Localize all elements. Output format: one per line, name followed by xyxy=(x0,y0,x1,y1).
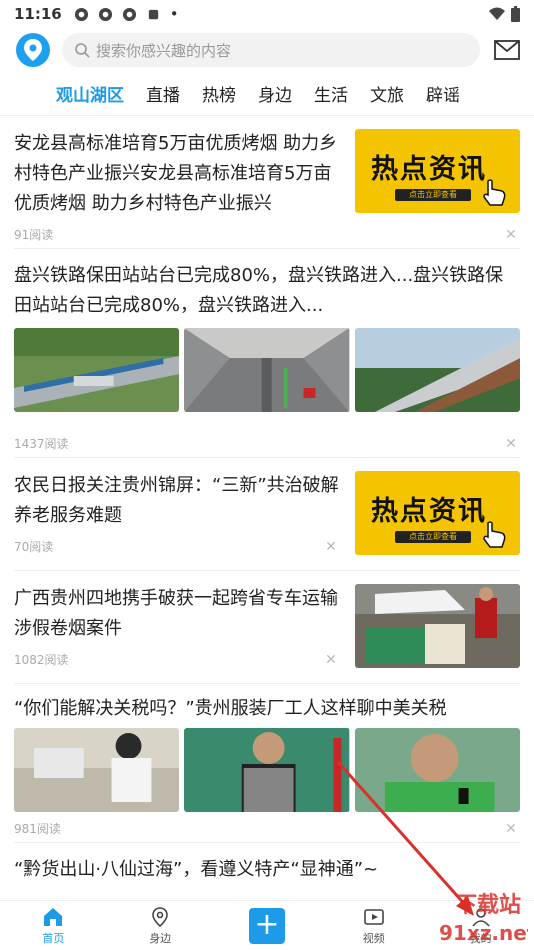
mail-icon[interactable] xyxy=(494,40,520,60)
read-count: 1437阅读 xyxy=(14,437,69,451)
app-logo[interactable] xyxy=(16,33,50,67)
nav-label: 我的 xyxy=(469,931,492,945)
tab-culture-travel[interactable]: 文旅 xyxy=(370,81,404,106)
news-title: 广西贵州四地携手破获一起跨省专车运输涉假卷烟案件 xyxy=(14,588,338,639)
hot-news-banner: 热点资讯 点击立即查看 xyxy=(355,471,520,555)
news-item[interactable]: 盘兴铁路保田站站台已完成80%，盘兴铁路进入...盘兴铁路保田站站台已完成80%… xyxy=(14,249,520,458)
nav-publish[interactable]: + xyxy=(214,901,321,950)
news-title: “你们能解决关税吗？”贵州服装厂工人这样聊中美关税 xyxy=(14,698,447,719)
tab-live[interactable]: 直播 xyxy=(146,81,180,106)
read-count: 70阅读 xyxy=(14,540,54,554)
location-pin-icon xyxy=(24,39,42,61)
search-input[interactable]: 搜索你感兴趣的内容 xyxy=(62,33,480,67)
tab-life[interactable]: 生活 xyxy=(314,81,348,106)
user-icon xyxy=(471,907,490,927)
bottom-nav: 首页 身边 + 视频 我的 xyxy=(0,900,534,950)
app-notification-icon xyxy=(74,7,88,21)
nav-video[interactable]: 视频 xyxy=(320,901,427,950)
wifi-icon xyxy=(489,7,505,20)
pointing-hand-icon xyxy=(483,179,506,206)
nav-nearby[interactable]: 身边 xyxy=(107,901,214,950)
worker-interview-image xyxy=(184,728,350,812)
channel-tabs: 观山湖区 直播 热榜 身边 生活 文旅 辟谣 xyxy=(0,72,534,116)
hot-banner-title: 热点资讯 xyxy=(371,154,487,185)
pointing-hand-icon xyxy=(483,521,506,548)
tab-guanshanhu[interactable]: 观山湖区 xyxy=(56,81,124,106)
close-icon[interactable]: ✕ xyxy=(324,540,338,554)
read-count: 1082阅读 xyxy=(14,653,69,667)
news-thumbnail: 热点资讯 点击立即查看 xyxy=(355,129,520,213)
close-icon[interactable]: ✕ xyxy=(324,653,338,667)
status-time: 11:16 xyxy=(14,5,62,23)
news-item[interactable]: 安龙县高标准培育5万亩优质烤烟 助力乡村特色产业振兴安龙县高标准培育5万亩优质烤… xyxy=(14,116,520,249)
search-placeholder: 搜索你感兴趣的内容 xyxy=(96,41,232,60)
news-image-row xyxy=(14,328,520,412)
news-title: 安龙县高标准培育5万亩优质烤烟 助力乡村特色产业振兴安龙县高标准培育5万亩优质烤… xyxy=(14,133,338,214)
news-title: 盘兴铁路保田站站台已完成80%，盘兴铁路进入...盘兴铁路保田站站台已完成80%… xyxy=(14,265,504,316)
home-icon xyxy=(44,907,63,926)
status-dot: • xyxy=(169,5,179,23)
app-notification-icon xyxy=(98,7,112,21)
read-count: 981阅读 xyxy=(14,822,61,836)
nav-profile[interactable]: 我的 xyxy=(427,901,534,950)
news-item[interactable]: 广西贵州四地携手破获一起跨省专车运输涉假卷烟案件 1082阅读 ✕ xyxy=(14,571,520,684)
station-interior-image xyxy=(184,328,350,412)
railway-construction-image xyxy=(14,328,180,412)
tab-rumor-refute[interactable]: 辟谣 xyxy=(426,81,460,106)
hot-banner-title: 热点资讯 xyxy=(371,496,487,527)
news-feed: 安龙县高标准培育5万亩优质烤烟 助力乡村特色产业振兴安龙县高标准培育5万亩优质烤… xyxy=(0,116,534,900)
news-title: “黔货出山·八仙过海”，看遵义特产“显神通”~ xyxy=(14,859,379,880)
news-item[interactable]: “你们能解决关税吗？”贵州服装厂工人这样聊中美关税 981阅读 ✕ xyxy=(14,684,520,843)
search-icon xyxy=(75,43,90,58)
read-count: 91阅读 xyxy=(14,228,54,242)
close-icon[interactable]: ✕ xyxy=(504,228,518,242)
seized-cigarettes-image xyxy=(355,584,520,668)
close-icon[interactable]: ✕ xyxy=(504,437,518,451)
nav-label: 视频 xyxy=(362,931,385,945)
news-thumbnail: 热点资讯 点击立即查看 xyxy=(355,471,520,555)
hot-banner-subtitle: 点击立即查看 xyxy=(395,189,471,201)
battery-icon xyxy=(511,6,520,22)
news-image-row xyxy=(14,728,520,812)
tab-hot-list[interactable]: 热榜 xyxy=(202,81,236,106)
nav-label: 身边 xyxy=(149,931,172,945)
worker-closeup-image xyxy=(354,728,520,812)
video-icon xyxy=(363,908,384,925)
hot-news-banner: 热点资讯 点击立即查看 xyxy=(355,129,520,213)
news-item[interactable]: “黔货出山·八仙过海”，看遵义特产“显神通”~ xyxy=(14,843,520,900)
location-pin-icon xyxy=(152,906,168,927)
close-icon[interactable]: ✕ xyxy=(504,822,518,836)
hot-banner-subtitle: 点击立即查看 xyxy=(395,531,471,543)
nav-home[interactable]: 首页 xyxy=(0,901,107,950)
app-notification-icon xyxy=(122,7,136,21)
railway-bridge-image xyxy=(354,328,520,412)
nav-label: 首页 xyxy=(42,931,65,945)
plus-icon: + xyxy=(248,907,285,944)
tab-nearby[interactable]: 身边 xyxy=(258,81,292,106)
news-thumbnail xyxy=(355,584,520,668)
garment-factory-image xyxy=(14,728,180,812)
search-row: 搜索你感兴趣的内容 xyxy=(0,28,534,72)
news-item[interactable]: 农民日报关注贵州锦屏：“三新”共治破解养老服务难题 热点资讯 点击立即查看 70… xyxy=(14,458,520,571)
status-bar: 11:16 • xyxy=(0,0,534,28)
news-title: 农民日报关注贵州锦屏：“三新”共治破解养老服务难题 xyxy=(14,475,339,526)
square-notification-icon xyxy=(148,9,158,19)
